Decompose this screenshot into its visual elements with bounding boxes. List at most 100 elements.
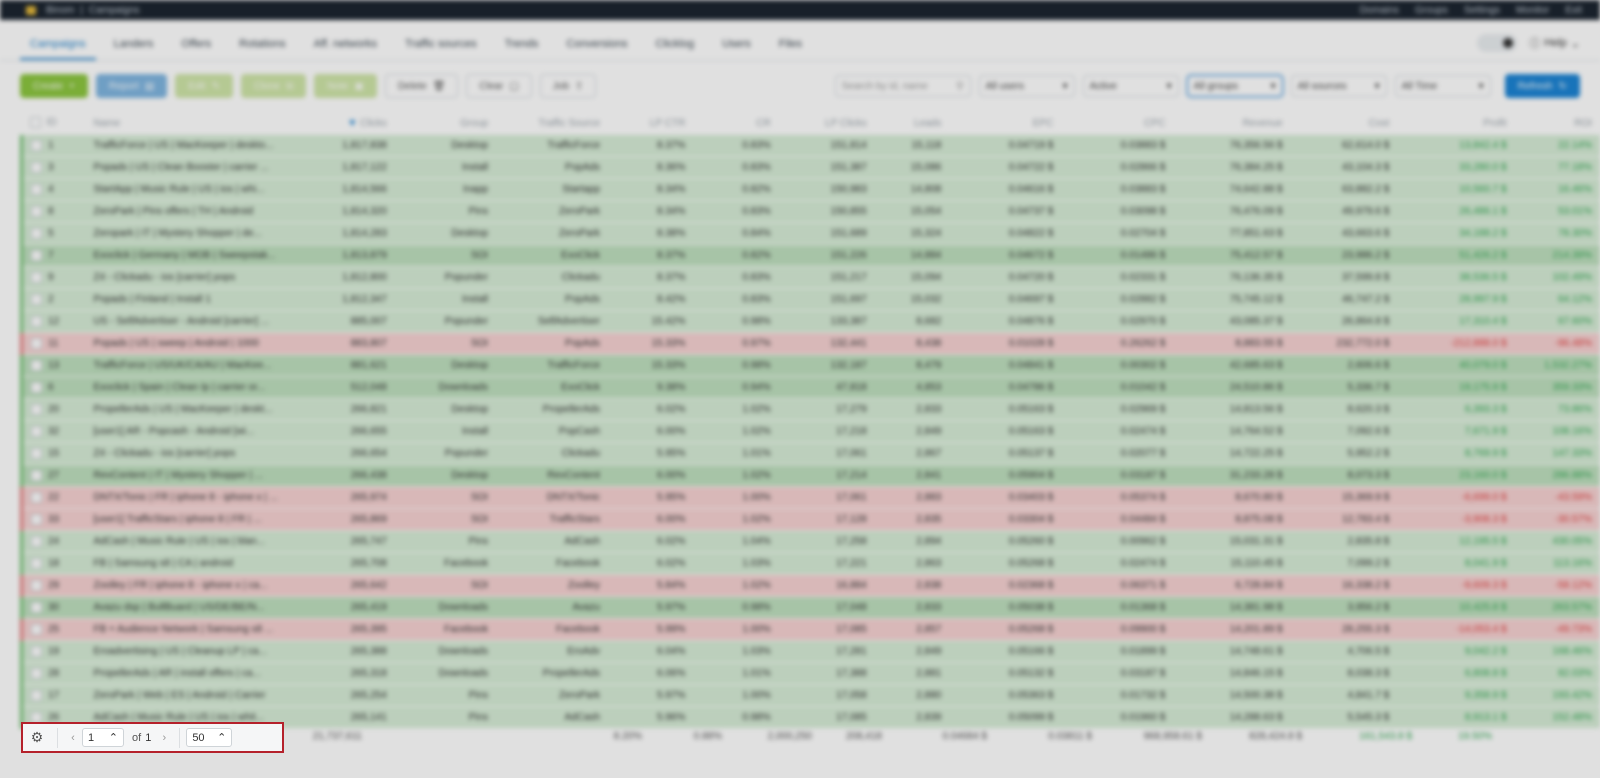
per-page-select[interactable]: 50 ⌃ xyxy=(186,728,233,747)
select-all-checkbox[interactable] xyxy=(29,117,41,129)
row-checkbox[interactable] xyxy=(31,161,42,173)
row-checkbox[interactable] xyxy=(31,557,42,569)
tab-trends[interactable]: Trends xyxy=(495,38,549,60)
cell-name[interactable]: PropellerAds | US | MacKeeper | deskt... xyxy=(85,398,299,421)
table-row[interactable]: 3 Popads | US | Clean Booster | carrier .… xyxy=(20,156,1600,179)
row-checkbox[interactable] xyxy=(31,623,42,635)
tab-campaigns[interactable]: Campaigns xyxy=(20,38,96,60)
table-row[interactable]: 32 [user1] AR - Popcash - Android [wi... 2… xyxy=(20,420,1600,443)
table-row[interactable]: 8 ZeroPark | Pins offers | TH | Android 1,… xyxy=(20,200,1600,223)
row-checkbox[interactable] xyxy=(31,425,42,437)
col-group[interactable]: Group xyxy=(395,111,496,135)
col-profit[interactable]: Profit xyxy=(1397,111,1514,135)
row-checkbox[interactable] xyxy=(31,535,42,547)
table-row[interactable]: 28 PropellerAds | AR | install offers | c… xyxy=(20,662,1600,685)
cell-name[interactable]: ZeroPark | Pins offers | TH | Android xyxy=(85,200,299,223)
tab-conversions[interactable]: Conversions xyxy=(556,38,637,60)
row-checkbox[interactable] xyxy=(31,271,42,283)
period-select[interactable]: All Time ▾ xyxy=(1394,75,1491,97)
cell-name[interactable]: Z4 - Clickadu - ios [carrier] pops xyxy=(85,266,299,289)
cell-name[interactable]: FB + Audience Network | Samsung s8 ... xyxy=(85,618,299,641)
row-checkbox[interactable] xyxy=(31,315,42,327)
cell-name[interactable]: DNTX/Tonic | FR | iphone 8 - iphone x | … xyxy=(85,486,299,509)
col-lp-ctr[interactable]: LP CTR xyxy=(608,111,693,135)
table-row[interactable]: 7 Exoclick | Germany | MOB | Sweepstak...… xyxy=(20,244,1600,267)
table-row[interactable]: 20 PropellerAds | US | MacKeeper | deskt.… xyxy=(20,398,1600,421)
table-row[interactable]: 5 Zeropark | IT | Mystery Shopper | de...… xyxy=(20,222,1600,245)
row-checkbox[interactable] xyxy=(31,645,42,657)
help-button[interactable]: ⓘ Help ⌄ xyxy=(1529,35,1580,51)
tab-clicklog[interactable]: Clicklog xyxy=(646,38,705,60)
cell-name[interactable]: US - SelfAdvertiser - Android [carrier] … xyxy=(85,310,299,333)
table-row[interactable]: 22 DNTX/Tonic | FR | iphone 8 - iphone x … xyxy=(20,486,1600,509)
table-row[interactable]: 6 Exoclick | Spain | Clean Ip | carrier o… xyxy=(20,376,1600,399)
table-row[interactable]: 25 FB + Audience Network | Samsung s8 ...… xyxy=(20,618,1600,641)
cell-name[interactable]: Exoclick | Germany | MOB | Sweepstak... xyxy=(85,244,299,267)
row-checkbox[interactable] xyxy=(31,183,42,195)
table-row[interactable]: 12 US - SelfAdvertiser - Android [carrier… xyxy=(20,310,1600,333)
table-row[interactable]: 15 Z4 - Clickadu - ios [carrier] pops 266,… xyxy=(20,442,1600,465)
titlebar-link-settings[interactable]: Settings xyxy=(1464,5,1500,16)
cell-name[interactable]: AdCash | Music Rule | US | ios | blan... xyxy=(85,530,299,553)
chevron-up-icon[interactable]: ⌃ xyxy=(109,731,118,744)
cell-name[interactable]: Zoolley | FR | iphone 8 - iphone x | ca.… xyxy=(85,574,299,597)
tab-traffic-sources[interactable]: Traffic sources xyxy=(395,38,487,60)
row-checkbox[interactable] xyxy=(31,513,42,525)
row-checkbox[interactable] xyxy=(31,337,42,349)
note-button[interactable]: Note ▣ xyxy=(314,74,377,98)
col-name[interactable]: Name xyxy=(85,111,298,135)
col-cr[interactable]: CR xyxy=(693,111,778,135)
cell-name[interactable]: PropellerAds | AR | install offers | ca.… xyxy=(85,662,299,685)
gear-icon[interactable]: ⚙ xyxy=(23,729,51,746)
col-epc[interactable]: EPC xyxy=(949,111,1061,135)
create-button[interactable]: Create + xyxy=(20,74,88,98)
status-select[interactable]: Active ▾ xyxy=(1082,75,1179,97)
cell-name[interactable]: RevContent | IT | Mystery Shopper | ... xyxy=(85,464,299,487)
cell-name[interactable]: Exoclick | Spain | Clean Ip | carrier or… xyxy=(85,376,299,399)
row-checkbox[interactable] xyxy=(31,469,42,481)
page-number-input[interactable]: 1 ⌃ xyxy=(82,728,124,747)
table-row[interactable]: 30 Avazu dsp | BullBuard | US/DE/BE/N... 2… xyxy=(20,596,1600,619)
tab-rotations[interactable]: Rotations xyxy=(229,38,295,60)
col-cost[interactable]: Cost xyxy=(1291,111,1398,135)
table-row[interactable]: 18 FB | Samsung s8 | CA | android 265,708 F… xyxy=(20,552,1600,575)
row-checkbox[interactable] xyxy=(31,293,42,305)
col-id[interactable]: ID xyxy=(22,111,86,135)
table-row[interactable]: 13 TrafficForce | US/UK/CA/AU | MacKee...… xyxy=(20,354,1600,377)
refresh-button[interactable]: Refresh ↻ xyxy=(1504,74,1580,98)
delete-button[interactable]: Delete 🗑 xyxy=(384,74,459,98)
row-checkbox[interactable] xyxy=(31,249,42,261)
row-checkbox[interactable] xyxy=(31,601,42,613)
col-revenue[interactable]: Revenue xyxy=(1173,111,1290,135)
cell-name[interactable]: TrafficForce | US | MacKeeper | deskto..… xyxy=(85,135,299,157)
tab-landers[interactable]: Landers xyxy=(104,38,164,60)
col-roi[interactable]: ROI xyxy=(1515,111,1600,135)
row-checkbox[interactable] xyxy=(31,667,42,679)
clear-button[interactable]: Clear ▢ xyxy=(466,74,532,98)
row-checkbox[interactable] xyxy=(31,381,42,393)
row-checkbox[interactable] xyxy=(31,139,42,151)
col-clicks[interactable]: ▼ Clicks xyxy=(299,111,395,135)
cell-name[interactable]: Popads | Finland | Install 1 xyxy=(85,288,299,311)
titlebar-link-domains[interactable]: Domains xyxy=(1360,5,1399,16)
cell-name[interactable]: [user1] AR - Popcash - Android [wi... xyxy=(85,420,299,443)
table-row[interactable]: 27 RevContent | IT | Mystery Shopper | ..… xyxy=(20,464,1600,487)
table-row[interactable]: 33 [user1] TrafficStars | iphone 8 | FR |… xyxy=(20,508,1600,531)
col-leads[interactable]: Leads xyxy=(875,111,950,135)
sources-select[interactable]: All sources ▾ xyxy=(1290,75,1387,97)
col-cpc[interactable]: CPC xyxy=(1061,111,1173,135)
titlebar-link-groups[interactable]: Groups xyxy=(1415,5,1448,16)
cell-name[interactable]: Eroadvertising | US | Cleanup LP | ca... xyxy=(85,640,299,663)
cell-name[interactable]: Avazu dsp | BullBuard | US/DE/BE/N... xyxy=(85,596,299,619)
table-row[interactable]: 9 Z4 - Clickadu - ios [carrier] pops 1,812… xyxy=(20,266,1600,289)
row-checkbox[interactable] xyxy=(31,227,42,239)
edit-button[interactable]: Edit ✎ xyxy=(175,74,233,98)
row-checkbox[interactable] xyxy=(31,579,42,591)
row-checkbox[interactable] xyxy=(31,689,42,701)
cell-name[interactable]: Popads | US | Clean Booster | carrier ..… xyxy=(85,156,299,179)
table-row[interactable]: 2 Popads | Finland | Install 1 1,812,347 In… xyxy=(20,288,1600,311)
tab-users[interactable]: Users xyxy=(712,38,761,60)
clone-button[interactable]: Clone ⧉ xyxy=(240,74,307,98)
next-page-button[interactable]: › xyxy=(155,732,173,744)
search-input[interactable]: Search by id, name ⚲ xyxy=(834,75,971,97)
